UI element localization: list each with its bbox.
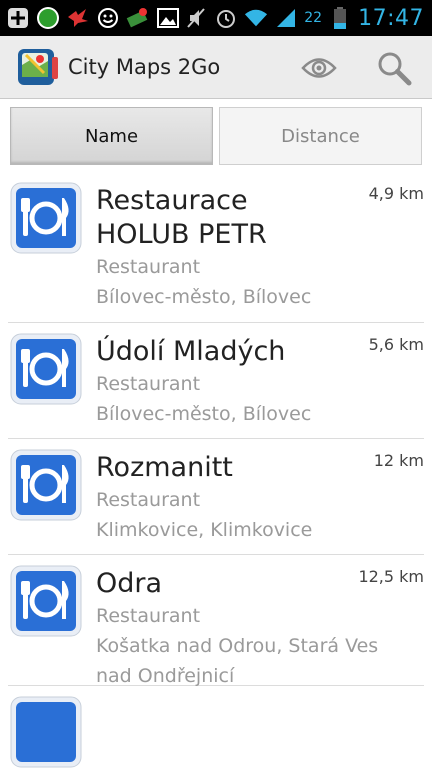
item-distance: 12,5 km (358, 567, 424, 586)
notification-icons (6, 6, 180, 30)
eye-icon (301, 58, 337, 78)
view-button[interactable] (297, 46, 341, 90)
battery-icon (328, 6, 352, 30)
bird-icon (66, 6, 90, 30)
item-category: Restaurant (96, 256, 201, 278)
list-item[interactable]: Restaurace HOLUB PETR Restaurant Bílovec… (8, 172, 424, 323)
app-title: City Maps 2Go (68, 55, 221, 79)
restaurant-icon (10, 182, 82, 254)
signal-icon (274, 6, 298, 30)
restaurant-icon (10, 696, 82, 768)
item-distance: 12 km (373, 451, 424, 470)
tab-sort-name[interactable]: Name (10, 107, 213, 165)
action-bar: City Maps 2Go (0, 36, 432, 99)
smiley-icon (96, 6, 120, 30)
app-logo-icon[interactable] (16, 45, 60, 89)
image-icon (156, 6, 180, 30)
results-list: Restaurace HOLUB PETR Restaurant Bílovec… (0, 172, 432, 768)
restaurant-icon (10, 565, 82, 637)
add-notification-icon (6, 6, 30, 30)
item-distance: 4,9 km (368, 184, 424, 203)
system-icons: 22 17:47 (184, 6, 424, 31)
item-location: Bílovec-město, Bílovec (96, 286, 312, 308)
count-badge-icon (36, 6, 60, 30)
restaurant-icon (10, 449, 82, 521)
status-bar: 22 17:47 (0, 0, 432, 36)
list-item[interactable]: Údolí Mladých Restaurant Bílovec-město, … (8, 323, 424, 439)
mute-icon (184, 6, 208, 30)
tab-sort-distance[interactable]: Distance (219, 107, 422, 165)
search-icon (378, 52, 412, 86)
list-item[interactable]: Rozmanitt Restaurant Klimkovice, Klimkov… (8, 439, 424, 555)
list-item[interactable]: Odra Restaurant Košatka nad Odrou, Stará… (8, 555, 424, 687)
map-pin-icon (126, 6, 150, 30)
restaurant-icon (10, 333, 82, 405)
wifi-icon (244, 6, 268, 30)
battery-percent: 22 (304, 10, 323, 26)
alarm-icon (214, 6, 238, 30)
item-distance: 5,6 km (368, 335, 424, 354)
search-button[interactable] (372, 46, 416, 90)
list-item[interactable] (8, 686, 424, 768)
sort-tabs: Name Distance (10, 107, 422, 167)
clock: 17:47 (358, 5, 424, 31)
